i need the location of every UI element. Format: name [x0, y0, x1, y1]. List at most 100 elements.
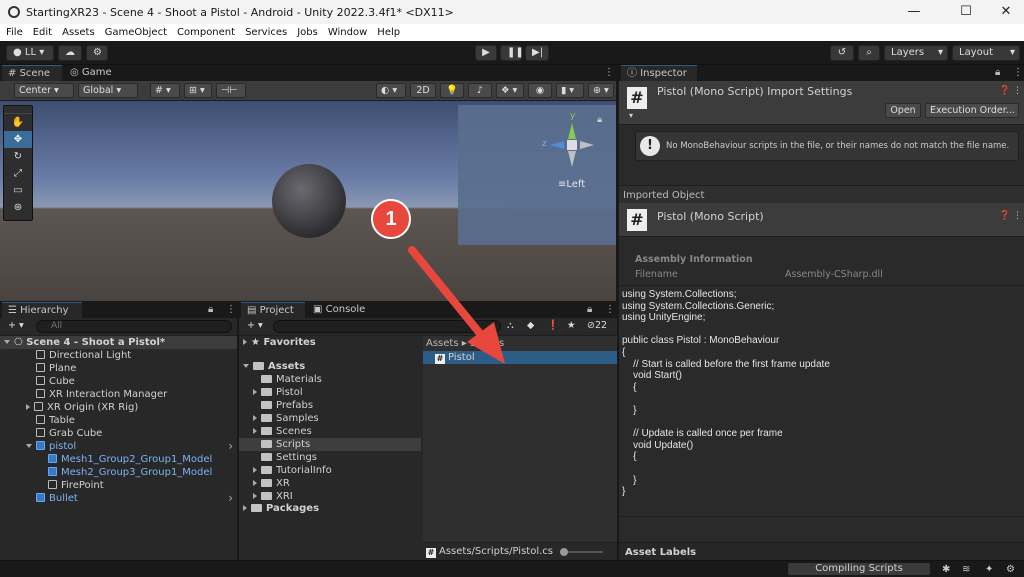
chevron-down-icon[interactable] [26, 444, 32, 448]
chevron-right-icon[interactable] [253, 428, 257, 434]
assets-root-item[interactable]: Assets [243, 360, 305, 373]
hierarchy-item[interactable]: Grab Cube [0, 427, 237, 440]
increment-snap-button[interactable]: ⊣⊢ [216, 83, 246, 98]
chevron-right-icon[interactable] [253, 480, 257, 486]
menu-item-gameobject[interactable]: GameObject [105, 27, 167, 38]
hierarchy-item[interactable]: Directional Light [0, 349, 237, 362]
hierarchy-item[interactable]: Bullet › [0, 492, 237, 505]
search-errors-icon[interactable]: ❗ [543, 319, 561, 334]
rect-tool-icon[interactable]: ▭ [4, 182, 32, 199]
object-help-icon[interactable]: ❓ [999, 210, 1010, 223]
grid-snap-button[interactable]: # ▾ [150, 83, 180, 98]
sphere-object[interactable] [272, 164, 346, 238]
hierarchy-search-input[interactable]: All [36, 320, 232, 333]
step-button[interactable]: ▶| [525, 45, 549, 61]
header-more-icon[interactable]: ⋮ [1013, 85, 1022, 98]
chevron-right-icon[interactable] [253, 467, 257, 473]
project-folder-item[interactable]: Materials [239, 373, 421, 386]
hand-tool-icon[interactable]: ✋ [4, 114, 32, 131]
menu-item-services[interactable]: Services [245, 27, 287, 38]
layers-dropdown[interactable]: Layers ▾ [884, 45, 948, 61]
open-prefab-icon[interactable]: › [228, 492, 233, 505]
hierarchy-item[interactable]: XR Interaction Manager [0, 388, 237, 401]
minimize-button[interactable]: — [892, 0, 936, 24]
tab-hierarchy[interactable]: ☰ Hierarchy [2, 302, 82, 318]
hierarchy-item[interactable]: pistol › [0, 440, 237, 453]
help-icon[interactable]: ❓ [999, 85, 1010, 98]
tab-game[interactable]: ◎ Game [64, 65, 118, 81]
create-dropdown[interactable]: + ▾ [4, 319, 30, 334]
project-folder-item[interactable]: Samples [239, 412, 421, 425]
collab-settings-button[interactable]: ⚙ [86, 45, 108, 61]
network-icon[interactable]: ✦ [985, 563, 993, 576]
slider-thumb[interactable] [560, 548, 568, 556]
hidden-packages-toggle[interactable]: ⊘22 [583, 319, 617, 334]
hierarchy-menu-icon[interactable]: ⋮ [220, 302, 237, 318]
rotate-tool-icon[interactable]: ↻ [4, 148, 32, 165]
menu-item-assets[interactable]: Assets [62, 27, 95, 38]
project-menu-icon[interactable]: ⋮ [599, 302, 617, 318]
open-prefab-icon[interactable]: › [228, 440, 233, 453]
tab-console[interactable]: ▣ Console [307, 302, 371, 318]
audio-toggle[interactable]: ♪ [468, 83, 492, 98]
hierarchy-scene-root[interactable]: ⎔ Scene 4 - Shoot a Pistol* [0, 336, 237, 349]
project-search-input[interactable] [273, 320, 501, 333]
hierarchy-item[interactable]: Table [0, 414, 237, 427]
chevron-right-icon[interactable] [253, 415, 257, 421]
scale-tool-icon[interactable]: ⤢ [4, 165, 32, 182]
menu-item-jobs[interactable]: Jobs [297, 27, 318, 38]
cloud-button[interactable]: ☁ [58, 45, 82, 61]
breadcrumb-scripts[interactable]: Scripts [470, 338, 504, 349]
hierarchy-item[interactable]: Cube [0, 375, 237, 388]
gizmo-view-label[interactable]: ≡Left [558, 179, 585, 190]
project-folder-item[interactable]: XR [239, 477, 421, 490]
project-folder-item[interactable]: TutorialInfo [239, 464, 421, 477]
menu-item-file[interactable]: File [6, 27, 23, 38]
menu-item-window[interactable]: Window [328, 27, 367, 38]
chevron-right-icon[interactable] [253, 389, 257, 395]
account-dropdown[interactable]: ● LL ▾ [6, 45, 54, 61]
selected-asset-row[interactable]: # Pistol [423, 351, 617, 364]
search-by-type-icon[interactable]: ⛬ [503, 319, 521, 334]
undo-history-button[interactable]: ↺ [830, 45, 854, 61]
hierarchy-item[interactable]: Mesh1_Group2_Group1_Model [0, 453, 237, 466]
search-button[interactable]: ⌕ [858, 45, 880, 61]
inspector-menu-icon[interactable]: ⋮ [1007, 65, 1024, 81]
play-button[interactable]: ▶ [475, 45, 497, 61]
asset-labels-label[interactable]: Asset Labels [625, 546, 696, 559]
pivot-center-dropdown[interactable]: Center ▾ [14, 83, 74, 98]
hierarchy-lock-icon[interactable]: 🔒︎ [202, 302, 219, 318]
hierarchy-item[interactable]: XR Origin (XR Rig) [0, 401, 237, 414]
scene-panel-menu-icon[interactable]: ⋮ [598, 65, 616, 81]
favorites-item[interactable]: ★ Favorites [243, 336, 316, 349]
close-button[interactable]: ✕ [984, 0, 1024, 24]
hierarchy-item[interactable]: Mesh2_Group3_Group1_Model [0, 466, 237, 479]
favorite-star-icon[interactable]: ★ [563, 319, 581, 334]
move-tool-icon[interactable]: ✥ [4, 131, 32, 148]
icon-size-slider[interactable] [560, 548, 603, 556]
chevron-right-icon[interactable] [253, 493, 257, 499]
cache-icon[interactable]: ≋ [962, 563, 970, 576]
camera-dropdown[interactable]: ▮ ▾ [556, 83, 584, 98]
palette-handle[interactable] [4, 106, 32, 114]
toggle-2d-button[interactable]: 2D [410, 83, 436, 98]
project-folder-item[interactable]: Prefabs [239, 399, 421, 412]
chevron-right-icon[interactable] [26, 404, 30, 410]
grid-visibility-button[interactable]: ⊞ ▾ [184, 83, 212, 98]
execution-order-button[interactable]: Execution Order... [925, 103, 1019, 118]
effects-dropdown[interactable]: ❖ ▾ [496, 83, 524, 98]
object-more-icon[interactable]: ⋮ [1013, 210, 1022, 223]
global-local-dropdown[interactable]: Global ▾ [78, 83, 138, 98]
scene-visibility-toggle[interactable]: ◉ [528, 83, 552, 98]
open-button[interactable]: Open [885, 103, 921, 118]
chevron-down-icon[interactable]: ▾ [629, 109, 633, 122]
hierarchy-item[interactable]: FirePoint [0, 479, 237, 492]
project-folder-item[interactable]: Scripts [239, 438, 421, 451]
chevron-down-icon[interactable] [4, 340, 10, 344]
tab-scene[interactable]: # Scene [2, 65, 62, 81]
lighting-toggle[interactable]: 💡 [440, 83, 464, 98]
pause-button[interactable]: ❚❚ [500, 45, 524, 61]
packages-item[interactable]: Packages [243, 502, 319, 515]
transform-tool-icon[interactable]: ⊛ [4, 199, 32, 216]
menu-item-edit[interactable]: Edit [33, 27, 52, 38]
